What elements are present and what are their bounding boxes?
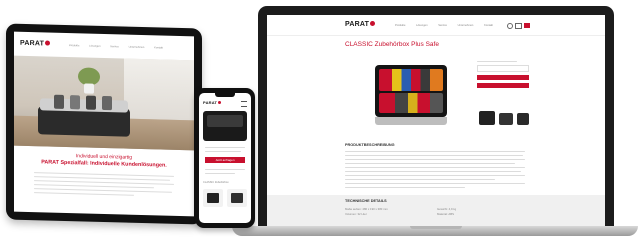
phone-request-button[interactable]: Jetzt anfragen <box>205 157 245 163</box>
tablet-text-line <box>34 192 134 197</box>
tablet-nav-item[interactable]: Unternehmen <box>129 46 145 49</box>
tablet-nav-item[interactable]: Produkte <box>69 44 79 47</box>
technical-details-panel <box>267 195 605 226</box>
phone-logo[interactable]: PARAT <box>203 100 222 105</box>
laptop-nav-item[interactable]: Service <box>438 24 447 27</box>
desc-line <box>345 171 521 173</box>
phone-screen: PARAT Jetzt anfragen CLASSIC Zubehörbox <box>199 93 251 223</box>
desc-line <box>345 155 523 157</box>
tablet-hero-image <box>14 55 194 151</box>
product-main-image <box>371 61 455 133</box>
phone-caption: CLASSIC Zubehörbox <box>203 181 229 184</box>
tablet-nav-item[interactable]: Service <box>110 45 119 48</box>
phone-device: PARAT Jetzt anfragen CLASSIC Zubehörbox <box>195 88 255 228</box>
product-thumbnail[interactable] <box>517 113 529 125</box>
laptop-screen: PARAT Produkte Lösungen Service Unterneh… <box>267 15 605 226</box>
laptop-logo[interactable]: PARAT <box>345 21 376 28</box>
tablet-device: PARAT Produkte Lösungen Service Unterneh… <box>6 23 202 225</box>
section-details-heading: TECHNISCHE DETAILS <box>345 199 387 203</box>
tablet-screen: PARAT Produkte Lösungen Service Unterneh… <box>14 31 194 217</box>
desc-line <box>345 163 515 165</box>
desc-line <box>345 179 495 181</box>
desc-line <box>345 183 525 185</box>
phone-product-card[interactable] <box>203 189 223 207</box>
desc-line <box>345 167 525 169</box>
cart-icon[interactable] <box>515 23 522 29</box>
laptop-nav-item[interactable]: Kontakt <box>484 24 493 27</box>
product-title: CLASSIC Zubehörbox Plus Safe <box>345 41 439 48</box>
laptop-nav-item[interactable]: Unternehmen <box>458 24 474 27</box>
desc-line <box>345 159 525 161</box>
phone-text-line <box>205 151 241 153</box>
tablet-nav-item[interactable]: Kontakt <box>154 46 163 49</box>
download-button[interactable] <box>477 83 529 88</box>
phone-product-card[interactable] <box>227 189 247 207</box>
phone-text-line <box>205 147 245 149</box>
tablet-logo[interactable]: PARAT <box>20 40 51 48</box>
detail-right-0: Gewicht: 4,9 kg <box>437 207 457 211</box>
laptop-nav: Produkte Lösungen Service Unternehmen Ko… <box>395 24 493 27</box>
laptop-nav-item[interactable]: Produkte <box>395 24 405 27</box>
tablet-nav: Produkte Lösungen Service Unternehmen Ko… <box>69 44 163 49</box>
menu-icon[interactable] <box>241 101 247 107</box>
section-description-heading: PRODUKTBESCHREIBUNG <box>345 143 395 147</box>
laptop-notch <box>410 226 462 229</box>
option-label <box>477 61 517 63</box>
product-thumbnail[interactable] <box>499 113 513 125</box>
desc-line <box>345 187 465 189</box>
detail-left-0: Maße außen: 480 x 190 x 380 mm <box>345 207 388 211</box>
laptop-lid: PARAT Produkte Lösungen Service Unterneh… <box>258 6 614 228</box>
desc-line <box>345 175 525 177</box>
phone-text-line <box>205 173 235 175</box>
detail-right-1: Material: ABS <box>437 212 454 216</box>
tablet-nav-item[interactable]: Lösungen <box>89 45 100 48</box>
search-icon[interactable] <box>507 23 513 29</box>
laptop-nav-item[interactable]: Lösungen <box>416 24 427 27</box>
detail-left-1: Volumen: 32 Liter <box>345 212 367 216</box>
menu-icon[interactable] <box>524 23 530 28</box>
option-box[interactable] <box>477 65 529 72</box>
add-to-request-button[interactable] <box>477 75 529 80</box>
phone-text-line <box>205 169 245 171</box>
desc-line <box>345 151 525 153</box>
product-thumbnail[interactable] <box>479 111 495 125</box>
